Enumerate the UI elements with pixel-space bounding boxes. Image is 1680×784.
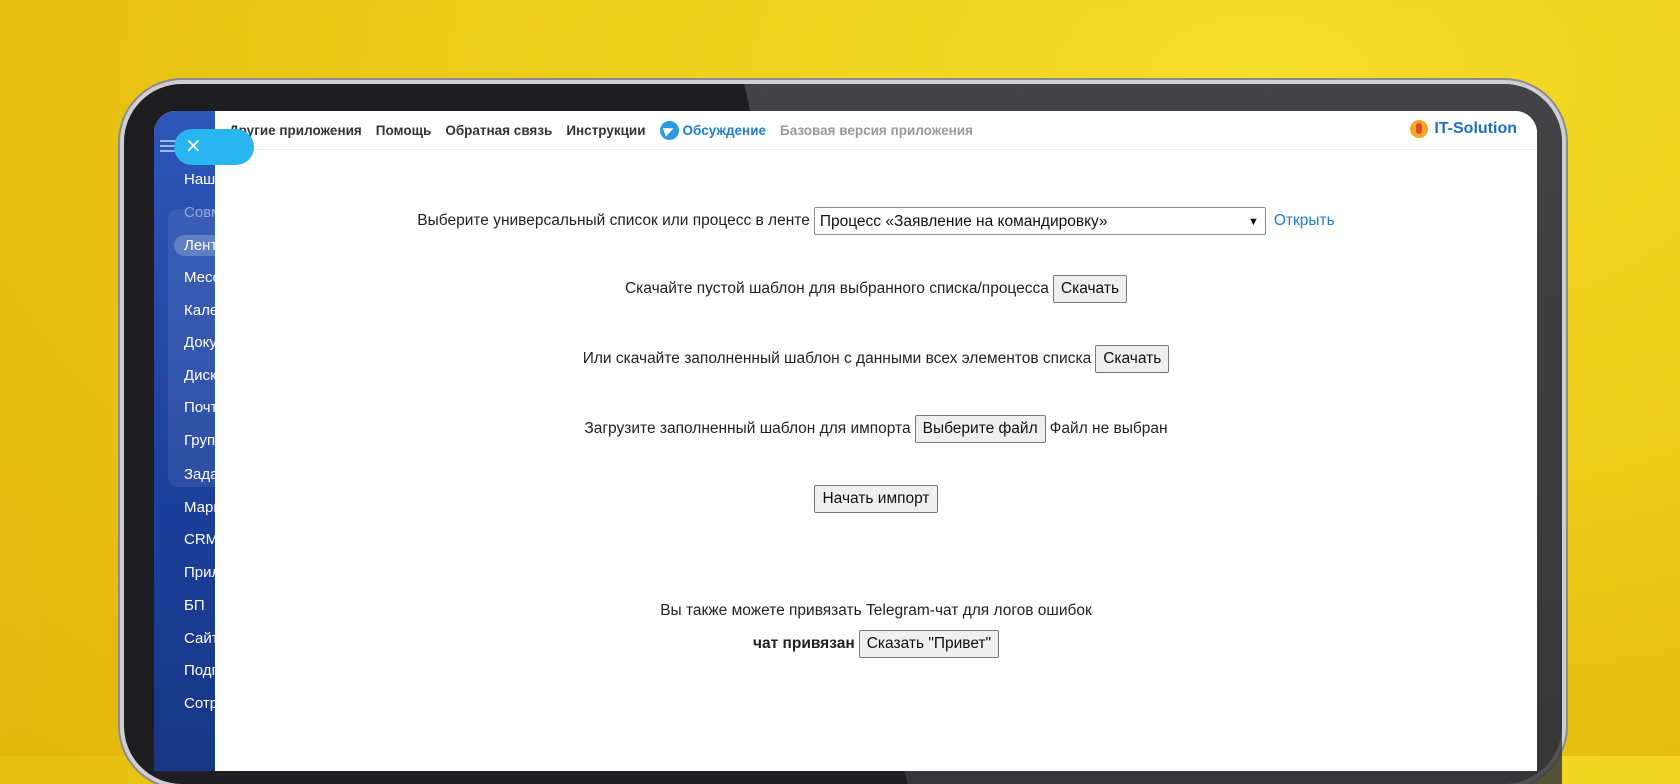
sidebar: Наш Совм Лент Месс Кале Доку Диск Почт Г…: [154, 111, 216, 771]
download-empty-row: Скачайте пустой шаблон для выбранного сп…: [215, 275, 1537, 303]
sidebar-item[interactable]: Груп: [184, 432, 215, 449]
chat-status: чат привязан: [752, 635, 855, 652]
upload-label: Загрузите заполненный шаблон для импорта: [584, 420, 911, 437]
say-hello-button[interactable]: Сказать "Привет": [858, 630, 1000, 658]
choose-file-button[interactable]: Выберите файл: [914, 415, 1046, 443]
download-filled-row: Или скачайте заполненный шаблон с данным…: [215, 345, 1537, 373]
select-label: Выберите универсальный список или процес…: [417, 212, 810, 229]
main-content: Другие приложения Помощь Обратная связь …: [215, 111, 1537, 771]
sidebar-item[interactable]: Сотр: [184, 695, 216, 712]
sidebar-item[interactable]: CRM: [184, 531, 216, 548]
sidebar-item[interactable]: Доку: [184, 334, 216, 351]
sidebar-item[interactable]: Сайт: [184, 630, 216, 647]
upload-row: Загрузите заполненный шаблон для импорта…: [215, 415, 1537, 443]
nav-instructions[interactable]: Инструкции: [566, 123, 645, 138]
app-screen: Наш Совм Лент Месс Кале Доку Диск Почт Г…: [154, 111, 1537, 771]
close-button[interactable]: ×: [174, 129, 254, 165]
select-row: Выберите универсальный список или процес…: [215, 207, 1537, 235]
logo-text: IT-Solution: [1434, 120, 1517, 137]
chat-status-row: чат привязан Сказать "Привет": [215, 630, 1537, 658]
import-row: Начать импорт: [215, 485, 1537, 513]
nav-base-version[interactable]: Базовая версия приложения: [780, 123, 973, 138]
chevron-down-icon: ▼: [1247, 216, 1259, 228]
nav-feedback[interactable]: Обратная связь: [445, 123, 552, 138]
telegram-icon: [659, 120, 679, 140]
sidebar-item-active[interactable]: Лент: [174, 235, 216, 256]
download-filled-button[interactable]: Скачать: [1095, 345, 1170, 373]
select-value: Процесс «Заявление на командировку»: [819, 213, 1108, 230]
open-link[interactable]: Открыть: [1274, 212, 1335, 230]
sidebar-item[interactable]: Подп: [184, 662, 216, 679]
logo: IT-Solution: [1410, 120, 1517, 138]
close-icon: ×: [185, 133, 202, 157]
sidebar-item[interactable]: Наш: [184, 171, 215, 188]
telegram-label: Вы также можете привязать Telegram-чат д…: [660, 602, 1092, 619]
list-select[interactable]: Процесс «Заявление на командировку» ▼: [813, 207, 1266, 235]
logo-icon: [1410, 120, 1429, 138]
sidebar-item[interactable]: Диск: [184, 367, 216, 384]
download-filled-label: Или скачайте заполненный шаблон с данным…: [582, 350, 1092, 367]
sidebar-item[interactable]: Марк: [184, 499, 216, 516]
nav-discussion-label: Обсуждение: [682, 122, 766, 138]
background-wave: [0, 500, 40, 740]
sidebar-item[interactable]: Совм: [184, 204, 216, 221]
download-empty-button[interactable]: Скачать: [1052, 275, 1128, 303]
nav-discussion[interactable]: Обсуждение: [659, 120, 766, 140]
no-file-text: Файл не выбран: [1049, 420, 1168, 437]
sidebar-item[interactable]: Почт: [184, 399, 216, 416]
start-import-button[interactable]: Начать импорт: [814, 485, 938, 513]
sidebar-item[interactable]: Кале: [184, 302, 216, 319]
sidebar-item[interactable]: Прил: [184, 564, 216, 581]
top-nav: Другие приложения Помощь Обратная связь …: [215, 111, 1537, 150]
nav-help[interactable]: Помощь: [376, 123, 432, 138]
download-empty-label: Скачайте пустой шаблон для выбранного сп…: [624, 280, 1049, 297]
sidebar-item[interactable]: БП: [184, 597, 205, 614]
sidebar-item[interactable]: Зада: [184, 466, 216, 483]
sidebar-item[interactable]: Месс: [184, 269, 216, 286]
telegram-row: Вы также можете привязать Telegram-чат д…: [215, 602, 1537, 620]
